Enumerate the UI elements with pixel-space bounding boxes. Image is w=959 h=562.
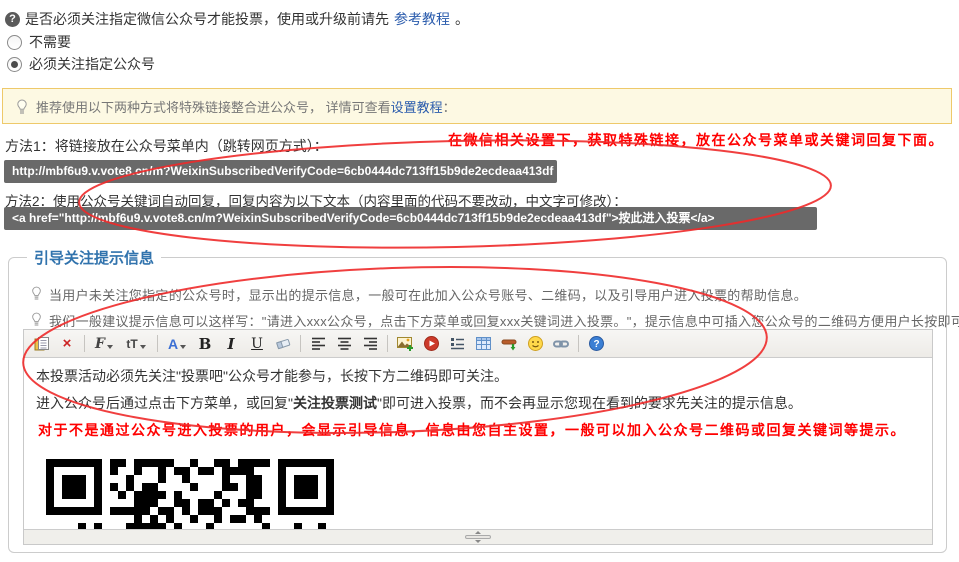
radio-label: 必须关注指定公众号 xyxy=(29,54,155,74)
help-circle-icon: ? xyxy=(5,12,20,27)
toolbar-separator xyxy=(84,335,85,352)
paste-word-icon[interactable] xyxy=(29,333,53,355)
font-size-icon[interactable]: tT xyxy=(120,333,152,355)
svg-text:?: ? xyxy=(593,339,599,350)
tip-banner-text: 推荐使用以下两种方式将特殊链接整合进公众号， 详情可查看设置教程： xyxy=(36,97,456,116)
guide-tip-1: 当用户未关注您指定的公众号时，显示出的提示信息，一般可在此加入公众号账号、二维码… xyxy=(31,285,807,304)
follow-required-question: ? 是否必须关注指定微信公众号才能投票，使用或升级前请先参考教程。 xyxy=(5,9,469,29)
special-link-code-box[interactable]: http://mbf6u9.v.vote8.cn/m?WeixinSubscri… xyxy=(4,160,557,183)
guide-tip-text: 当用户未关注您指定的公众号时，显示出的提示信息，一般可在此加入公众号账号、二维码… xyxy=(49,285,807,304)
red-annotation-editor: 对于不是通过公众号进入投票的用户，会显示引导信息，信息由您自主设置，一般可以加入… xyxy=(38,422,920,438)
tip-banner: 推荐使用以下两种方式将特殊链接整合进公众号， 详情可查看设置教程： xyxy=(2,88,952,124)
method1-label: 方法1：将链接放在公众号菜单内（跳转网页方式）： xyxy=(5,136,328,156)
editor-content-area[interactable]: 本投票活动必须先关注"投票吧"公众号才能参与，长按下方二维码即可关注。 进入公众… xyxy=(24,358,932,529)
wechat-vote-settings-page: ? 是否必须关注指定微信公众号才能投票，使用或升级前请先参考教程。 不需要 必须… xyxy=(0,0,959,562)
guide-follow-section: 引导关注提示信息 当用户未关注您指定的公众号时，显示出的提示信息，一般可在此加入… xyxy=(8,257,947,553)
toolbar-separator xyxy=(387,335,388,352)
align-center-icon[interactable] xyxy=(332,333,356,355)
underline-icon[interactable]: U xyxy=(245,333,269,355)
toolbar-separator xyxy=(300,335,301,352)
insert-video-icon[interactable] xyxy=(419,333,443,355)
emoticon-icon[interactable] xyxy=(523,333,547,355)
editor-toolbar: × F tT A B I U xyxy=(24,330,932,358)
qr-code-image xyxy=(46,459,334,529)
lightbulb-icon xyxy=(16,99,28,115)
editor-line-2: 进入公众号后通过点击下方菜单，或回复"关注投票测试"即可进入投票，而不会再显示您… xyxy=(36,395,920,411)
red-annotation-top: 在微信相关设置下，获取特殊链接，放在公众号菜单或关键词回复下面。 xyxy=(448,130,944,150)
prompt-message-editor: × F tT A B I U xyxy=(23,329,933,545)
radio-option-must-follow[interactable]: 必须关注指定公众号 xyxy=(7,54,155,74)
toolbar-separator xyxy=(157,335,158,352)
lightbulb-icon xyxy=(31,312,42,327)
font-family-icon[interactable]: F xyxy=(90,333,118,355)
editor-status-bar xyxy=(24,529,932,544)
radio-unselected-icon[interactable] xyxy=(7,35,22,50)
keyword-bold-text: 关注投票测试 xyxy=(293,395,377,411)
toolbar-separator xyxy=(578,335,579,352)
editor-resize-handle[interactable] xyxy=(465,531,491,543)
radio-selected-icon[interactable] xyxy=(7,57,22,72)
question-suffix: 。 xyxy=(455,9,469,29)
insert-image-icon[interactable] xyxy=(393,333,417,355)
setup-tutorial-link[interactable]: 设置教程 xyxy=(391,100,443,115)
guide-tip-2: 我们一般建议提示信息可以这样写："请进入xxx公众号，点击下方菜单或回复xxx关… xyxy=(31,311,959,330)
lightbulb-icon xyxy=(31,286,42,301)
bullet-list-icon[interactable] xyxy=(445,333,469,355)
section-title: 引导关注提示信息 xyxy=(27,247,161,268)
radio-option-no-need[interactable]: 不需要 xyxy=(7,32,71,52)
italic-icon[interactable]: I xyxy=(219,333,243,355)
align-left-icon[interactable] xyxy=(306,333,330,355)
insert-link-icon[interactable] xyxy=(549,333,573,355)
bold-icon[interactable]: B xyxy=(193,333,217,355)
insert-table-icon[interactable] xyxy=(471,333,495,355)
eraser-icon[interactable] xyxy=(271,333,295,355)
font-color-icon[interactable]: A xyxy=(163,333,191,355)
align-right-icon[interactable] xyxy=(358,333,382,355)
reply-html-code-box[interactable]: <a href="http://mbf6u9.v.vote8.cn/m?Weix… xyxy=(4,207,817,230)
question-text: 是否必须关注指定微信公众号才能投票，使用或升级前请先 xyxy=(25,9,389,29)
clear-format-icon[interactable]: × xyxy=(55,333,79,355)
editor-line-1: 本投票活动必须先关注"投票吧"公众号才能参与，长按下方二维码即可关注。 xyxy=(36,368,920,384)
reference-tutorial-link[interactable]: 参考教程 xyxy=(394,9,450,29)
insert-hr-icon[interactable] xyxy=(497,333,521,355)
guide-tip-text: 我们一般建议提示信息可以这样写："请进入xxx公众号，点击下方菜单或回复xxx关… xyxy=(49,311,959,330)
radio-label: 不需要 xyxy=(29,32,71,52)
help-icon[interactable]: ? xyxy=(584,333,608,355)
